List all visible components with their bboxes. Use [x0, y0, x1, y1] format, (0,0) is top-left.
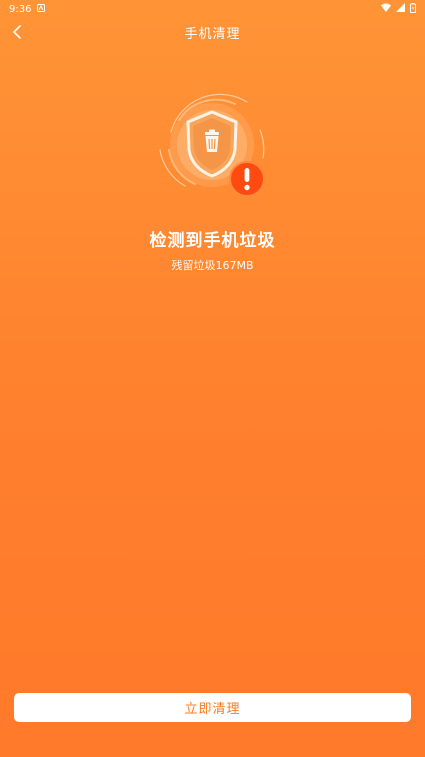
exclamation-icon: [229, 161, 265, 197]
junk-size-detail: 残留垃圾167MB: [171, 259, 254, 272]
shield-trash-icon: [186, 110, 238, 178]
status-time: 9:36: [9, 3, 32, 15]
junk-detected-illustration: [155, 90, 270, 200]
battery-icon: [410, 2, 416, 16]
scan-result-title: 检测到手机垃圾: [149, 231, 276, 251]
page-title: 手机清理: [184, 26, 241, 42]
signal-icon: [396, 3, 405, 15]
chevron-left-icon: [13, 25, 21, 39]
title-bar: 手机清理: [0, 18, 425, 46]
notification-icon: [37, 3, 46, 15]
wifi-icon: [381, 3, 391, 15]
clean-now-button[interactable]: 立即清理: [14, 693, 411, 722]
status-bar: 9:36: [0, 0, 425, 18]
back-button[interactable]: [6, 21, 28, 43]
